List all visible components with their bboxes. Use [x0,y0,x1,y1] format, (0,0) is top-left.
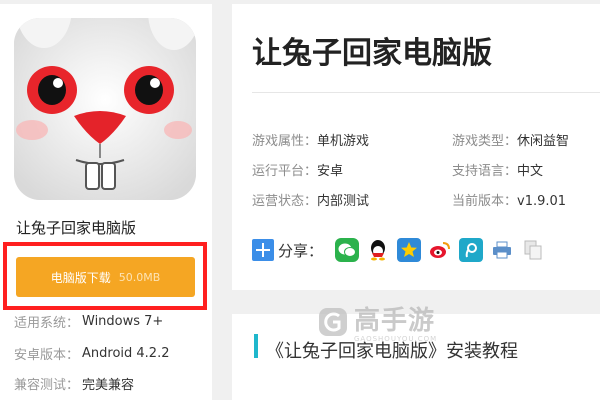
spec-row-compat: 兼容测试： 完美兼容 [14,374,134,393]
attr-game-property: 游戏属性：单机游戏 [252,130,369,149]
attr-key: 游戏类型： [452,134,518,149]
attr-value: 安卓 [317,164,344,179]
attr-status: 运营状态：内部测试 [252,190,369,209]
gaoshouyou-logo-icon [319,307,347,336]
spec-value: Windows 7+ [82,314,164,329]
attr-language: 支持语言：中文 [452,160,543,179]
game-info-card: 让兔子回家电脑版 游戏属性：单机游戏 游戏类型：休闲益智 运行平台：安卓 支持语… [232,4,600,290]
share-label: 分享： [278,241,324,260]
download-size: 50.0MB [118,270,161,284]
app-sidebar: 让兔子回家电脑版 电脑版下载 50.0MB 适用系统： Windows 7+ 安… [0,4,212,400]
attr-key: 游戏属性： [252,134,318,149]
qq-icon[interactable] [366,238,391,262]
share-bar: 分享： [252,236,552,264]
app-name: 让兔子回家电脑版 [16,219,137,237]
page-title: 让兔子回家电脑版 [252,36,492,71]
spec-row-android: 安卓版本： Android 4.2.2 [14,344,169,363]
spec-row-system: 适用系统： Windows 7+ [14,312,163,331]
attr-key: 支持语言： [452,164,518,179]
spec-key: 兼容测试： [14,378,80,393]
attr-version: 当前版本：v1.9.01 [452,190,566,209]
spec-value: 完美兼容 [82,378,135,393]
attr-value: 内部测试 [317,194,370,209]
download-label: 电脑版下载 [50,270,111,285]
attr-key: 当前版本： [452,194,518,209]
print-icon[interactable] [490,238,515,262]
copy-icon[interactable] [521,238,546,262]
attr-value: 中文 [517,164,544,179]
download-pc-button[interactable]: 电脑版下载 50.0MB [16,257,195,297]
qzone-icon[interactable] [397,238,422,262]
attr-platform: 运行平台：安卓 [252,160,343,179]
spec-value: Android 4.2.2 [82,346,170,361]
weibo-icon[interactable] [428,238,453,262]
spec-key: 适用系统： [14,316,80,331]
download-highlight-frame: 电脑版下载 50.0MB [3,242,207,310]
wechat-icon[interactable] [335,238,360,262]
spec-key: 安卓版本： [14,348,80,363]
share-plus-icon[interactable] [252,239,274,261]
watermark-logo: 高手游 GAOSHOUYOU.COM [318,300,437,343]
section-accent-bar [254,334,258,358]
divider [252,92,600,93]
attr-key: 运行平台： [252,164,318,179]
watermark-cn: 高手游 [354,306,436,336]
attr-game-type: 游戏类型：休闲益智 [452,130,569,149]
attr-value: 休闲益智 [517,134,570,149]
tencent-weibo-icon[interactable] [459,238,484,262]
watermark-en: GAOSHOUYOU.COM [354,335,438,343]
attr-value: 单机游戏 [317,134,370,149]
attr-value: v1.9.01 [517,194,567,209]
app-icon-rabbit[interactable] [14,18,196,200]
attr-key: 运营状态： [252,194,318,209]
rabbit-face-icon [14,18,196,200]
